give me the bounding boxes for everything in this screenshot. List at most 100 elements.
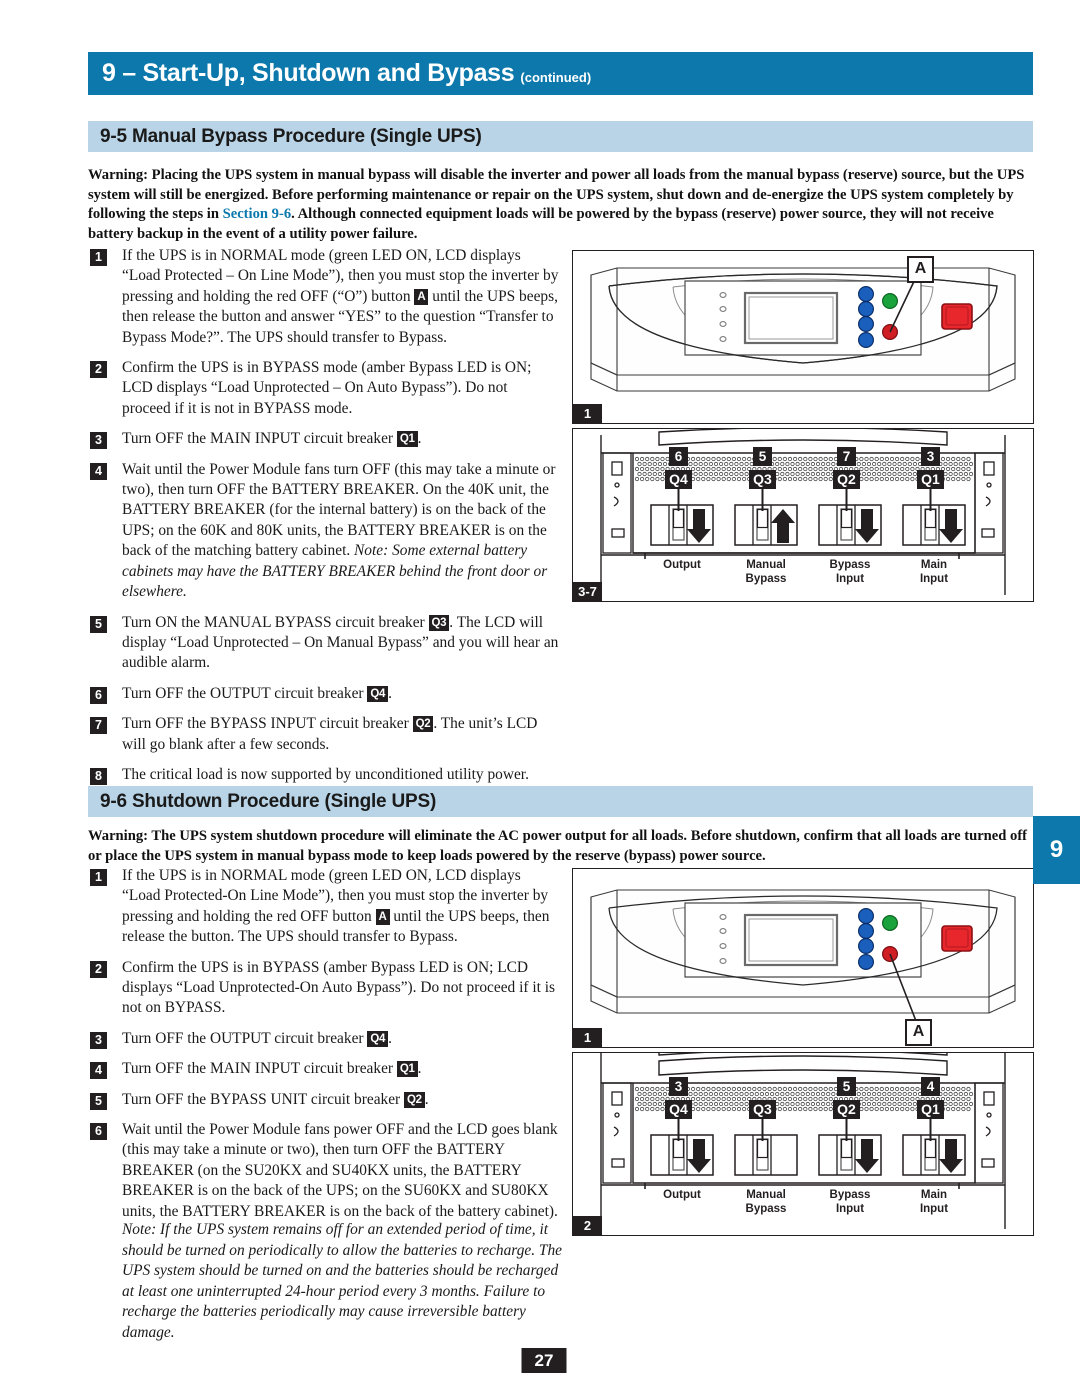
breaker-chip-q1: Q1 (396, 431, 418, 448)
breaker-caption: Main Input (889, 559, 979, 586)
breaker-chip-q1: Q1 (396, 1061, 418, 1078)
step-item: 1 If the UPS is in NORMAL mode (green LED… (90, 866, 560, 948)
step-text-lead: Turn OFF the BYPASS INPUT circuit breake… (122, 715, 413, 733)
figure-tag-2: 2 (573, 1216, 602, 1235)
figure-ups-front-panel-1: A 1 (572, 250, 1034, 424)
breaker-label-q2: Q2 (833, 1100, 860, 1119)
step-text: Turn ON the MANUAL BYPASS circuit breake… (122, 613, 560, 674)
breaker-step-badge: 5 (837, 1077, 856, 1096)
breaker-caption-line: Bypass (829, 1189, 871, 1201)
figure-tag-1: 1 (573, 404, 602, 423)
breaker-caption-line: Bypass (829, 559, 871, 571)
step-item: 6 Turn OFF the OUTPUT circuit breaker Q4. (90, 684, 560, 704)
breaker-chip-a: A (414, 288, 429, 305)
section-9-5-title: 9-5 Manual Bypass Procedure (Single UPS) (100, 125, 482, 147)
breaker-label-q4: Q4 (665, 1100, 692, 1119)
step-text-lead: Turn OFF the OUTPUT circuit breaker (122, 684, 368, 702)
breaker-caption: Manual Bypass (721, 559, 811, 586)
breaker-step-badge: 3 (669, 1077, 688, 1096)
step-item: 6 Wait until the Power Module fans power … (90, 1120, 560, 1222)
breaker-chip-a: A (375, 908, 390, 925)
step-text-lead: Turn OFF the BYPASS UNIT circuit breaker (122, 1090, 405, 1108)
step-text-lead: Turn OFF the MAIN INPUT circuit breaker (122, 430, 397, 448)
step-item: 3 Turn OFF the MAIN INPUT circuit breaker… (90, 429, 560, 450)
section-9-6-link[interactable]: Section 9-6 (223, 206, 292, 222)
breaker-label-q1: Q1 (917, 470, 944, 489)
breaker-chip-q4: Q4 (367, 1030, 389, 1047)
breaker-caption-line: Input (919, 572, 949, 585)
step-text-lead: The critical load is now supported by un… (122, 765, 529, 783)
step-text: If the UPS is in NORMAL mode (green LED … (122, 246, 560, 348)
step-text: Turn OFF the OUTPUT circuit breaker Q4. (122, 684, 560, 704)
step-number-badge: 4 (90, 1062, 107, 1080)
chapter-continued-label: (continued) (520, 69, 592, 85)
step-text: Turn OFF the BYPASS INPUT circuit breake… (122, 714, 560, 755)
warning-paragraph-9-6: Warning: The UPS system shutdown procedu… (88, 828, 1028, 864)
breaker-chip-q4: Q4 (367, 685, 389, 702)
breaker-caption-line: Manual (746, 1189, 786, 1201)
breaker-caption-line: Input (919, 1202, 949, 1215)
breaker-caption-line: Bypass (745, 1202, 787, 1215)
step-text-tail: . (388, 1029, 392, 1047)
step-list-9-6: 1 If the UPS is in NORMAL mode (green LED… (90, 866, 560, 1232)
step-number-badge: 2 (90, 361, 107, 379)
step-text: Turn OFF the OUTPUT circuit breaker Q4. (122, 1029, 560, 1049)
step-number-badge: 7 (90, 717, 107, 735)
step-number-badge: 5 (90, 1092, 107, 1110)
breaker-chip-q3: Q3 (428, 614, 450, 631)
step-text-lead: Wait until the Power Module fans power O… (122, 1121, 558, 1220)
step-item: 7 Turn OFF the BYPASS INPUT circuit break… (90, 714, 560, 755)
breaker-caption-line: Output (663, 1189, 701, 1201)
section-header-9-5: 9-5 Manual Bypass Procedure (Single UPS) (88, 121, 1033, 152)
breaker-step-badge: 7 (837, 447, 856, 466)
step-number-badge: 5 (90, 615, 107, 633)
breaker-chip-q2: Q2 (412, 716, 434, 733)
step-item: 3 Turn OFF the OUTPUT circuit breaker Q4. (90, 1029, 560, 1049)
chapter-side-tab: 9 (1033, 816, 1080, 884)
breaker-label-q2: Q2 (833, 470, 860, 489)
chapter-header-bar: 9 – Start-Up, Shutdown and Bypass (conti… (88, 52, 1033, 95)
breaker-label-q1: Q1 (917, 1100, 944, 1119)
figure-tag-1b: 1 (573, 1028, 602, 1047)
figure-breaker-panel-2: 2 Q4 3 Output Q3 Manual Bypass Q2 5 Bypass Input Q… (572, 1052, 1034, 1236)
callout-a-label-fig3: A (905, 1019, 932, 1046)
breaker-caption: Output (637, 559, 727, 573)
breaker-caption-line: Main (920, 1189, 948, 1201)
step-text-lead: Confirm the UPS is in BYPASS mode (amber… (122, 359, 532, 417)
step-item: 4 Wait until the Power Module fans turn O… (90, 460, 560, 603)
breaker-caption: Output (637, 1189, 727, 1203)
section-9-6-title: 9-6 Shutdown Procedure (Single UPS) (100, 790, 437, 812)
breaker-caption: Main Input (889, 1189, 979, 1216)
step-text-lead: Turn ON the MANUAL BYPASS circuit breake… (122, 613, 429, 631)
step-number-badge: 1 (90, 869, 107, 886)
ups-front-panel-drawing-2 (590, 889, 1016, 1022)
breaker-caption-line: Output (663, 559, 701, 571)
figure-tag-3-7: 3-7 (573, 582, 602, 601)
step-text: Wait until the Power Module fans power O… (122, 1120, 560, 1222)
breaker-label-q4: Q4 (665, 470, 692, 489)
breaker-caption: Manual Bypass (721, 1189, 811, 1216)
step-number-badge: 2 (90, 960, 107, 978)
breaker-step-badge: 6 (669, 447, 688, 466)
breaker-caption-line: Input (835, 1202, 865, 1215)
step-number-badge: 3 (90, 1031, 107, 1049)
breaker-caption: Bypass Input (805, 1189, 895, 1216)
breaker-step-badge: 4 (921, 1077, 940, 1096)
step-text-tail: . (424, 1090, 429, 1108)
step-number-badge: 3 (90, 432, 107, 450)
step-item: 5 Turn ON the MANUAL BYPASS circuit break… (90, 613, 560, 674)
step-text: Confirm the UPS is in BYPASS mode (amber… (122, 358, 560, 419)
breaker-label-q3: Q3 (749, 470, 776, 489)
breaker-chip-q2: Q2 (404, 1091, 425, 1108)
step-text-lead: Turn OFF the OUTPUT circuit breaker (122, 1029, 368, 1047)
section-header-9-6: 9-6 Shutdown Procedure (Single UPS) (88, 786, 1033, 817)
note-paragraph-9-6: Note: If the UPS system remains off for … (122, 1221, 563, 1341)
chapter-title: 9 – Start-Up, Shutdown and Bypass (102, 59, 515, 87)
warning-paragraph-9-5: Warning: Placing the UPS system in manua… (88, 166, 1038, 244)
step-number-badge: 4 (90, 462, 107, 480)
step-number-badge: 6 (90, 1123, 107, 1141)
breaker-step-badge: 5 (753, 447, 772, 466)
ups-front-panel-drawing (590, 267, 1016, 392)
manual-page: 9 – Start-Up, Shutdown and Bypass (conti… (0, 0, 1080, 1397)
page-number: 27 (521, 1348, 567, 1373)
